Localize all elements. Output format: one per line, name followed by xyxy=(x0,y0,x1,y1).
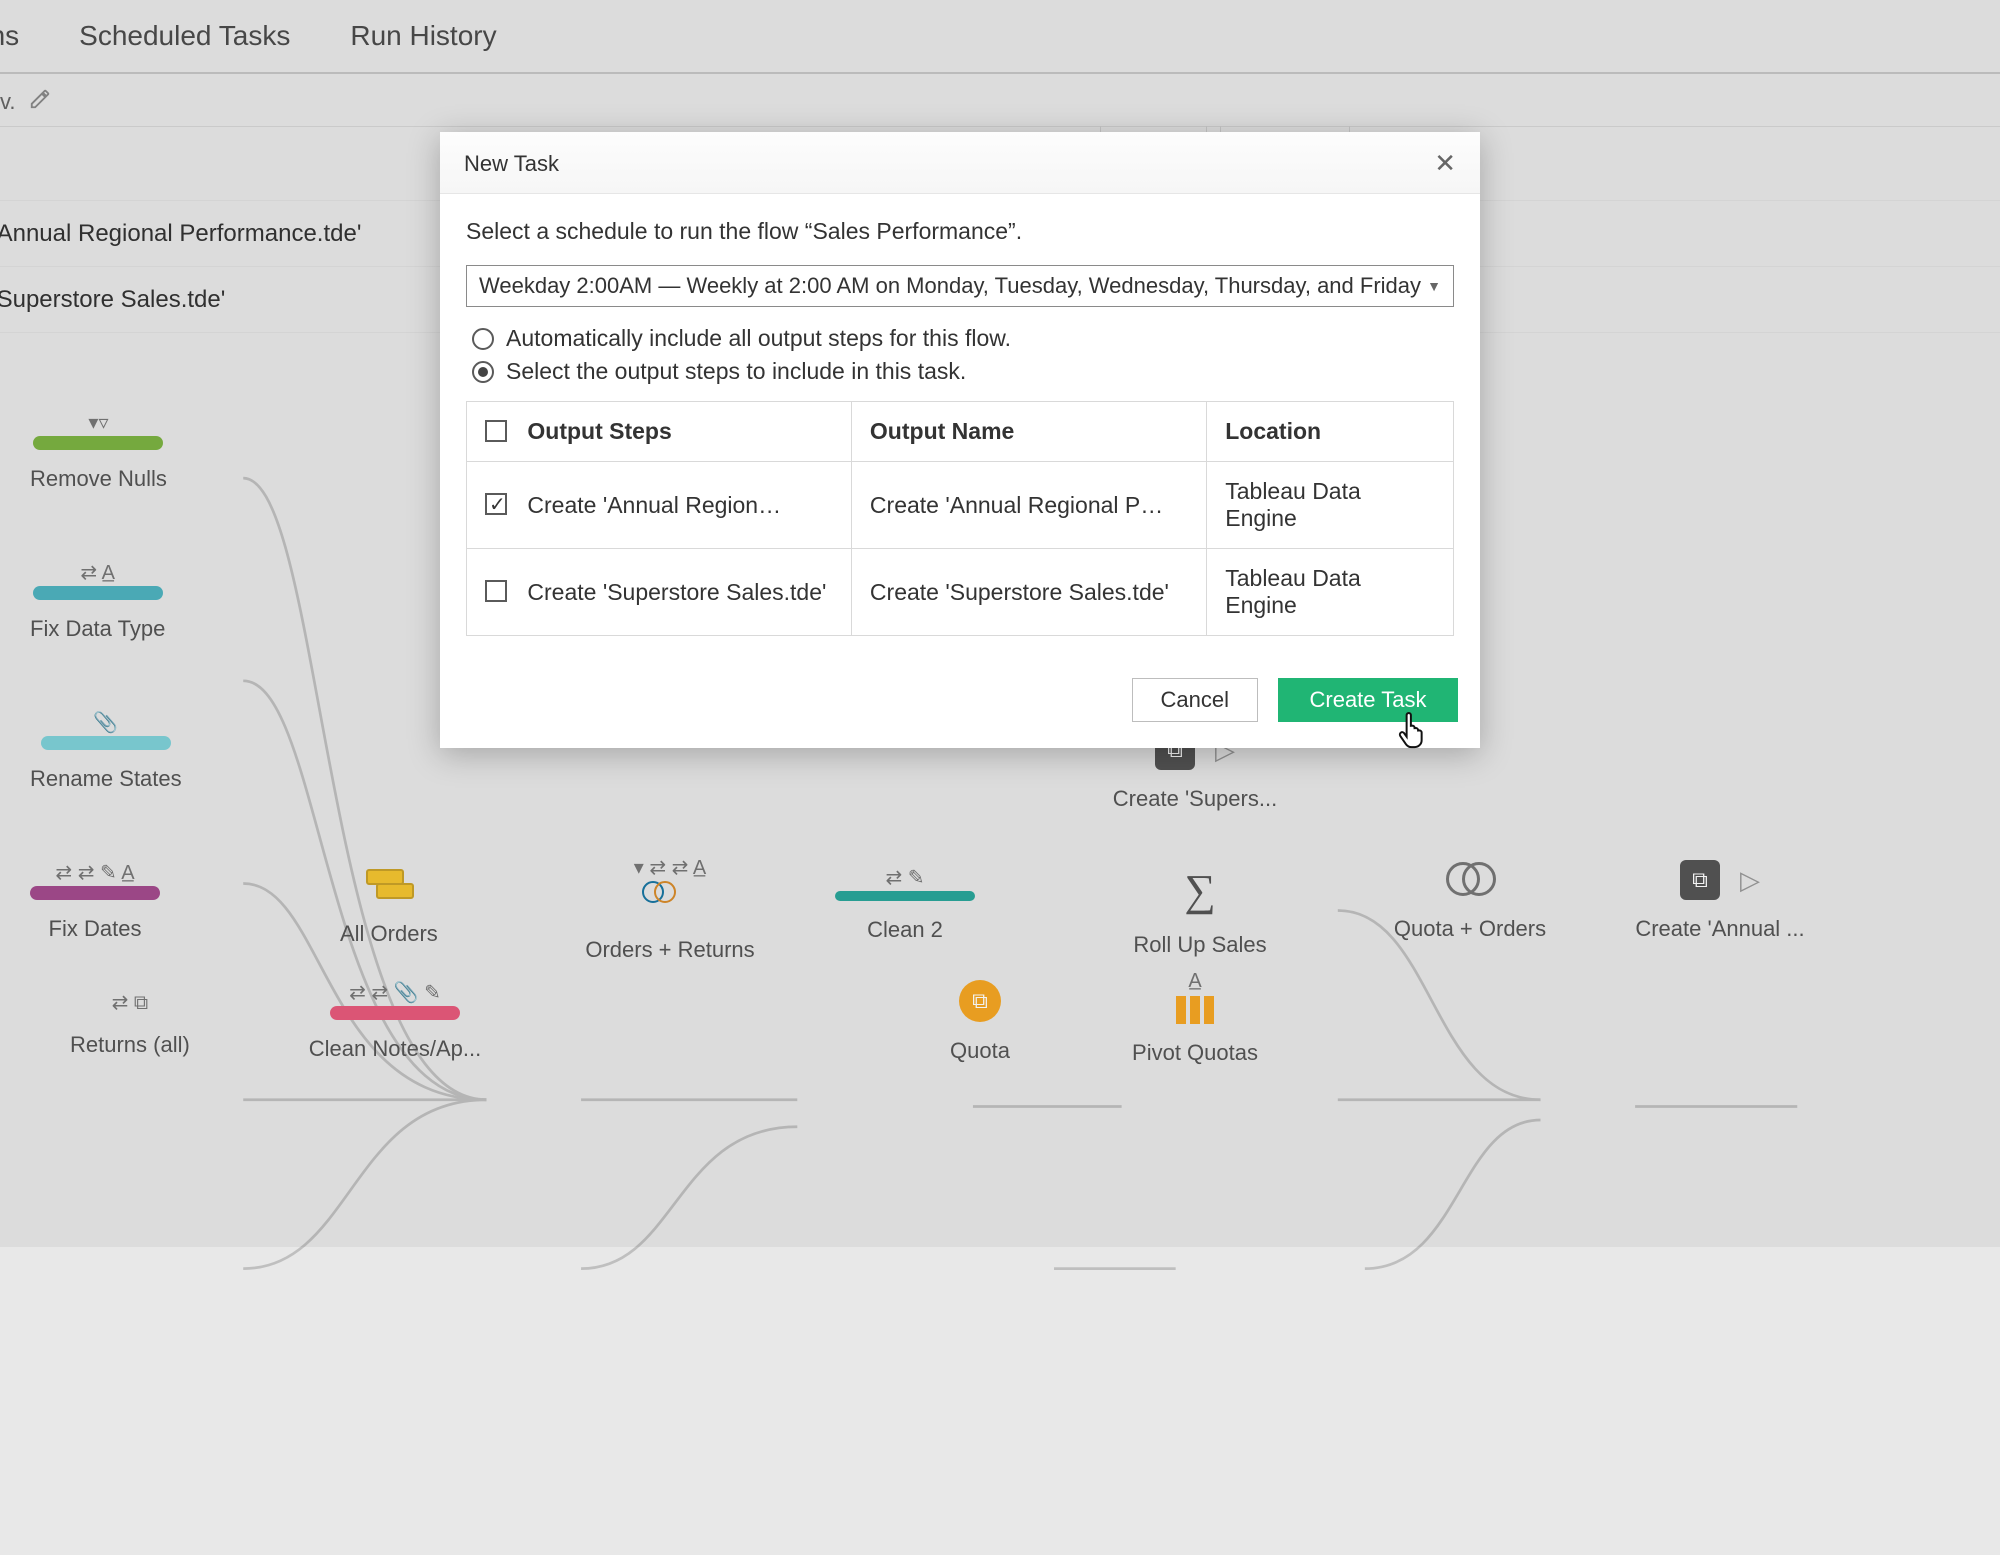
join-icon-2 xyxy=(1442,860,1498,900)
radio-auto-include[interactable] xyxy=(472,328,494,350)
close-icon[interactable]: ✕ xyxy=(1434,148,1456,179)
select-all-checkbox[interactable] xyxy=(485,420,507,442)
step-fix-data-type: Fix Data Type xyxy=(30,616,165,642)
step-rename-states: Rename States xyxy=(30,766,182,792)
step-rename-states-pill[interactable] xyxy=(41,736,171,750)
output-icon-2: ⧉ xyxy=(1680,860,1720,900)
row-location: Tableau Data Engine xyxy=(1207,462,1454,549)
tab-connections[interactable]: tions xyxy=(0,20,19,52)
edit-icon-2: ⇄ ✎ xyxy=(830,865,980,891)
create-task-button[interactable]: Create Task xyxy=(1278,678,1458,722)
row-step: Create 'Superstore Sales.tde' xyxy=(527,579,826,605)
step-remove-nulls-pill[interactable] xyxy=(33,436,163,450)
tab-scheduled-tasks[interactable]: Scheduled Tasks xyxy=(79,20,290,52)
sigma-icon: ∑ xyxy=(1120,865,1280,916)
pivot-micro-icon: A̲ xyxy=(1110,970,1280,996)
bg-row2-step: e 'Superstore Sales.tde' xyxy=(0,286,452,314)
step-fix-dates: Fix Dates xyxy=(30,916,160,942)
row-location: Tableau Data Engine xyxy=(1207,549,1454,636)
row-checkbox[interactable] xyxy=(485,493,507,515)
filter-icon: ▾▿ xyxy=(30,410,167,436)
bg-row1-step: e 'Annual Regional Performance.tde' xyxy=(0,220,452,248)
row-name: Create 'Annual Regional Perfo… xyxy=(870,492,1170,519)
step-create-annual: Create 'Annual ... xyxy=(1620,916,1820,942)
tab-run-history[interactable]: Run History xyxy=(350,20,496,52)
step-quota: Quota xyxy=(920,1038,1040,1064)
step-all-orders: All Orders xyxy=(340,921,438,947)
schedule-select-value: Weekday 2:00AM — Weekly at 2:00 AM on Mo… xyxy=(479,273,1421,299)
top-tabs: tions Scheduled Tasks Run History xyxy=(0,0,2000,74)
col-location: Location xyxy=(1207,402,1454,462)
new-task-dialog: New Task ✕ Select a schedule to run the … xyxy=(440,132,1480,748)
union-icon xyxy=(366,865,412,905)
breadcrumb: v. xyxy=(0,74,2000,126)
col-output-name: Output Name xyxy=(851,402,1206,462)
join-tools-icon: ▾ ⇄ ⇄ A̲ xyxy=(570,855,770,881)
table-row[interactable]: Create 'Superstore Sales.tde' Create 'Su… xyxy=(467,549,1454,636)
type-icon: ⇄ A̲ xyxy=(30,560,165,586)
schedule-select[interactable]: Weekday 2:00AM — Weekly at 2:00 AM on Mo… xyxy=(466,265,1454,307)
output-steps-table: Output Steps Output Name Location Create… xyxy=(466,401,1454,636)
breadcrumb-fragment: v. xyxy=(0,89,15,115)
radio-auto-include-label: Automatically include all output steps f… xyxy=(506,325,1011,352)
step-clean-notes-pill[interactable] xyxy=(330,1006,460,1020)
step-fix-data-type-pill[interactable] xyxy=(33,586,163,600)
row-name: Create 'Superstore Sales.tde' xyxy=(851,549,1206,636)
chevron-down-icon: ▼ xyxy=(1427,278,1441,294)
step-quota-orders: Quota + Orders xyxy=(1370,916,1570,942)
dialog-title: New Task xyxy=(464,151,559,177)
step-create-supers: Create 'Supers... xyxy=(1110,786,1280,812)
pivot-icon xyxy=(1110,996,1280,1024)
cancel-button[interactable]: Cancel xyxy=(1132,678,1258,722)
col-output-steps: Output Steps xyxy=(527,418,671,444)
radio-select-steps[interactable] xyxy=(472,361,494,383)
cursor-icon xyxy=(1396,710,1430,750)
play-icon-2[interactable]: ▷ xyxy=(1740,865,1760,896)
table-row[interactable]: Create 'Annual Regional Perf… Create 'An… xyxy=(467,462,1454,549)
step-orders-returns: Orders + Returns xyxy=(570,937,770,963)
step-fix-dates-pill[interactable] xyxy=(30,886,160,900)
attach-icon: 📎 xyxy=(30,710,182,736)
step-clean-notes: Clean Notes/Ap... xyxy=(300,1036,490,1062)
col-output-step: ep xyxy=(0,150,452,178)
radio-select-steps-label: Select the output steps to include in th… xyxy=(506,358,966,385)
tools-icon: ⇄ ⇄ ✎ A̲ xyxy=(30,860,160,886)
step-returns-all: Returns (all) xyxy=(70,1032,190,1058)
row-step: Create 'Annual Regional Perf… xyxy=(527,492,787,519)
step-pivot-quotas: Pivot Quotas xyxy=(1110,1040,1280,1066)
join-icon xyxy=(642,881,698,921)
dialog-prompt: Select a schedule to run the flow “Sales… xyxy=(466,218,1454,245)
edit-icon[interactable] xyxy=(29,88,51,116)
copy-icon: ⇄ ⧉ xyxy=(70,990,190,1016)
step-remove-nulls: Remove Nulls xyxy=(30,466,167,492)
clean-icon: ⇄ ⇄ 📎 ✎ xyxy=(300,980,490,1006)
row-checkbox[interactable] xyxy=(485,580,507,602)
step-clean2-pill[interactable] xyxy=(835,891,975,901)
step-clean2: Clean 2 xyxy=(830,917,980,943)
step-roll-up-sales: Roll Up Sales xyxy=(1120,932,1280,958)
quota-icon: ⧉ xyxy=(959,980,1001,1022)
